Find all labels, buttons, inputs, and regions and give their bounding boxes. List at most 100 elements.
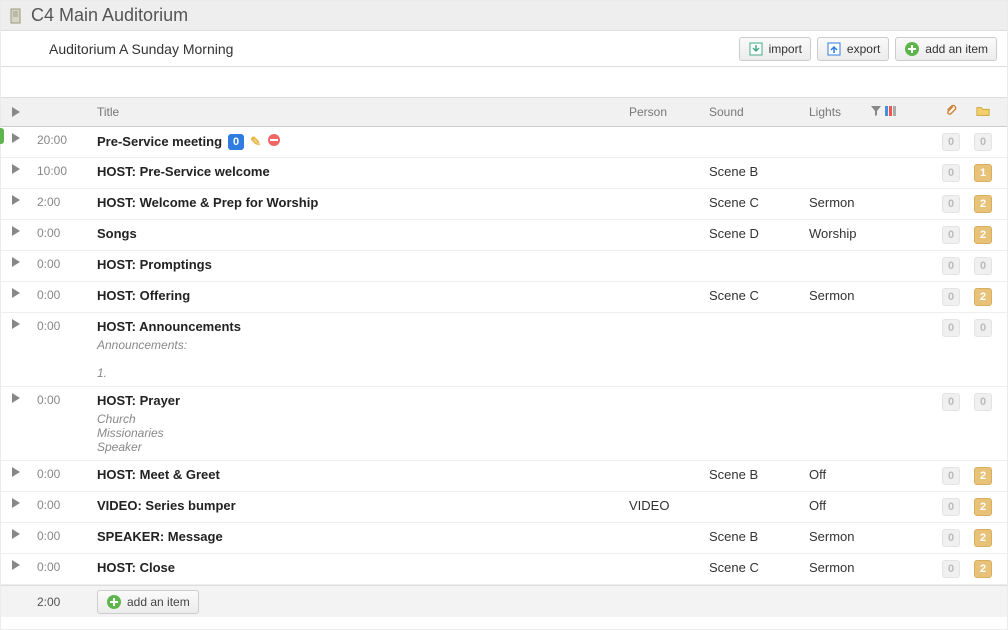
row-title: HOST: Pre-Service welcome — [97, 164, 270, 179]
note-count[interactable]: 2 — [974, 195, 992, 213]
row-title: Pre-Service meeting0✎ — [97, 133, 281, 150]
table-row[interactable]: 0:00HOST: CloseScene CSermon02 — [1, 554, 1007, 585]
attachment-count[interactable]: 0 — [942, 393, 960, 411]
person-cell — [623, 220, 703, 250]
attachment-count[interactable]: 0 — [942, 560, 960, 578]
columns-icon[interactable] — [885, 105, 897, 119]
attachment-count[interactable]: 0 — [942, 164, 960, 182]
active-row-marker — [0, 128, 4, 144]
time-cell: 0:00 — [31, 523, 91, 553]
sound-cell: Scene B — [703, 158, 803, 188]
grid-footer: 2:00 add an item — [1, 585, 1007, 617]
table-row[interactable]: 0:00SongsScene DWorship02 — [1, 220, 1007, 251]
sound-cell — [703, 492, 803, 522]
play-icon[interactable] — [12, 467, 20, 477]
note-count[interactable]: 2 — [974, 529, 992, 547]
play-icon[interactable] — [12, 529, 20, 539]
table-row[interactable]: 10:00HOST: Pre-Service welcomeScene B01 — [1, 158, 1007, 189]
note-count[interactable]: 0 — [974, 393, 992, 411]
time-cell: 0:00 — [31, 251, 91, 281]
table-row[interactable]: 20:00Pre-Service meeting0✎00 — [1, 127, 1007, 158]
person-cell: VIDEO — [623, 492, 703, 522]
play-icon[interactable] — [12, 498, 20, 508]
sound-cell: Scene B — [703, 523, 803, 553]
attachment-count[interactable]: 0 — [942, 529, 960, 547]
col-title[interactable]: Title — [91, 98, 623, 126]
import-button[interactable]: import — [739, 37, 811, 61]
row-title: HOST: Meet & Greet — [97, 467, 220, 482]
service-name: Auditorium A Sunday Morning — [49, 41, 733, 57]
titlebar: C4 Main Auditorium — [1, 1, 1007, 31]
play-icon[interactable] — [12, 393, 20, 403]
col-sound[interactable]: Sound — [703, 98, 803, 126]
export-label: export — [847, 42, 880, 56]
attachment-count[interactable]: 0 — [942, 319, 960, 337]
time-cell: 20:00 — [31, 127, 91, 157]
total-time: 2:00 — [31, 586, 91, 618]
table-row[interactable]: 0:00HOST: OfferingScene CSermon02 — [1, 282, 1007, 313]
row-title: HOST: Announcements — [97, 319, 241, 334]
note-count[interactable]: 2 — [974, 498, 992, 516]
table-row[interactable]: 0:00HOST: Promptings00 — [1, 251, 1007, 282]
table-row[interactable]: 0:00HOST: Meet & GreetScene BOff02 — [1, 461, 1007, 492]
play-icon[interactable] — [12, 195, 20, 205]
lights-cell: Sermon — [803, 282, 903, 312]
person-cell — [623, 461, 703, 491]
table-row[interactable]: 0:00SPEAKER: MessageScene BSermon02 — [1, 523, 1007, 554]
table-row[interactable]: 0:00VIDEO: Series bumperVIDEOOff02 — [1, 492, 1007, 523]
table-row[interactable]: 0:00HOST: PrayerChurch Missionaries Spea… — [1, 387, 1007, 461]
add-item-label: add an item — [925, 42, 988, 56]
edit-icon[interactable]: ✎ — [250, 134, 261, 150]
row-subtext: Announcements: 1. — [97, 338, 187, 380]
note-count[interactable]: 0 — [974, 257, 992, 275]
play-icon[interactable] — [12, 288, 20, 298]
play-icon[interactable] — [12, 226, 20, 236]
play-icon[interactable] — [12, 164, 20, 174]
lights-cell: Off — [803, 461, 903, 491]
col-lights[interactable]: Lights — [803, 98, 903, 126]
document-icon — [9, 8, 25, 24]
row-subtext: Church Missionaries Speaker — [97, 412, 164, 454]
attachment-count[interactable]: 0 — [942, 226, 960, 244]
note-count[interactable]: 2 — [974, 467, 992, 485]
attachment-count[interactable]: 0 — [942, 195, 960, 213]
lights-cell: Worship — [803, 220, 903, 250]
add-item-button[interactable]: add an item — [895, 37, 997, 61]
note-count[interactable]: 2 — [974, 226, 992, 244]
note-count[interactable]: 0 — [974, 319, 992, 337]
note-count[interactable]: 2 — [974, 560, 992, 578]
delete-icon[interactable] — [267, 133, 281, 150]
person-cell — [623, 554, 703, 584]
folder-icon — [976, 104, 990, 121]
attachment-count[interactable]: 0 — [942, 288, 960, 306]
note-count[interactable]: 1 — [974, 164, 992, 182]
sound-cell — [703, 313, 803, 386]
time-cell: 2:00 — [31, 189, 91, 219]
person-cell — [623, 523, 703, 553]
sound-cell: Scene D — [703, 220, 803, 250]
filter-icon[interactable] — [871, 105, 881, 119]
play-icon[interactable] — [12, 319, 20, 329]
export-button[interactable]: export — [817, 37, 889, 61]
lights-cell: Sermon — [803, 554, 903, 584]
attachment-count[interactable]: 0 — [942, 133, 960, 151]
person-cell — [623, 387, 703, 460]
attachment-count[interactable]: 0 — [942, 498, 960, 516]
person-cell — [623, 127, 703, 157]
import-icon — [748, 41, 764, 57]
col-person[interactable]: Person — [623, 98, 703, 126]
attachment-count[interactable]: 0 — [942, 257, 960, 275]
time-cell: 0:00 — [31, 220, 91, 250]
note-count[interactable]: 0 — [974, 133, 992, 151]
play-icon[interactable] — [12, 133, 20, 143]
attachment-count[interactable]: 0 — [942, 467, 960, 485]
comment-count-badge[interactable]: 0 — [228, 134, 244, 150]
table-row[interactable]: 0:00HOST: AnnouncementsAnnouncements: 1.… — [1, 313, 1007, 387]
play-icon[interactable] — [12, 560, 20, 570]
add-item-inline-button[interactable]: add an item — [97, 590, 199, 614]
table-row[interactable]: 2:00HOST: Welcome & Prep for WorshipScen… — [1, 189, 1007, 220]
note-count[interactable]: 2 — [974, 288, 992, 306]
person-cell — [623, 251, 703, 281]
play-icon[interactable] — [12, 257, 20, 267]
lights-cell — [803, 251, 903, 281]
